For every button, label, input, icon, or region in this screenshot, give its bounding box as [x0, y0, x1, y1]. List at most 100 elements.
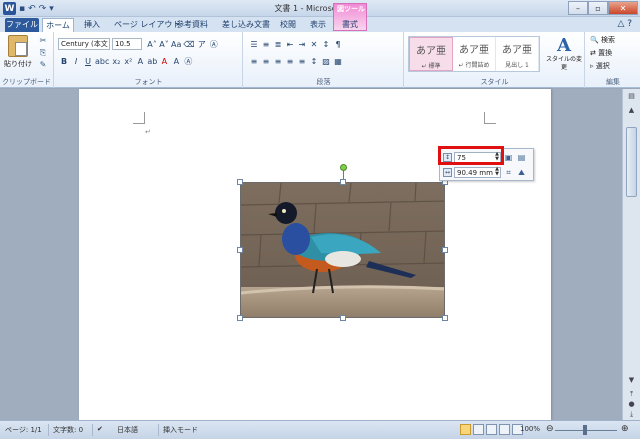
- shape-width-input[interactable]: 90.49 mm ▲ ▼: [454, 167, 501, 178]
- style-item[interactable]: あア亜 ↵ 行間詰め: [453, 37, 496, 71]
- shading-icon[interactable]: ▨: [321, 56, 331, 67]
- resize-handle-w[interactable]: [237, 247, 243, 253]
- zoom-out-icon[interactable]: ⊖: [546, 424, 554, 434]
- tab-view[interactable]: 表示: [304, 18, 332, 32]
- resize-handle-s[interactable]: [340, 315, 346, 321]
- italic-icon[interactable]: I: [71, 56, 81, 67]
- change-case-icon[interactable]: Aa: [171, 39, 181, 50]
- replace-button[interactable]: ⇄ 置換: [590, 48, 612, 58]
- vertical-scrollbar[interactable]: ▤ ▲ ▼ ⤒ ● ⤓: [622, 89, 640, 420]
- numbering-icon[interactable]: ≡: [261, 39, 271, 50]
- find-button[interactable]: 🔍 検索: [590, 35, 615, 45]
- tab-home[interactable]: ホーム: [42, 18, 74, 32]
- next-page-icon[interactable]: ⤓: [626, 409, 637, 420]
- tab-insert[interactable]: 挿入: [78, 18, 106, 32]
- align-left-icon[interactable]: ≡: [249, 56, 259, 67]
- outline-view-icon[interactable]: [499, 424, 510, 435]
- tab-mailings[interactable]: 差し込み文書: [216, 18, 276, 32]
- width-spinner-icon[interactable]: ▲ ▼: [495, 167, 499, 177]
- superscript-icon[interactable]: x²: [123, 56, 133, 67]
- grow-font-icon[interactable]: A˄: [147, 39, 157, 50]
- wrap-text-icon[interactable]: ⛰: [516, 168, 527, 178]
- resize-handle-e[interactable]: [442, 247, 448, 253]
- font-size-box[interactable]: 10.5: [112, 38, 142, 50]
- shape-width-icon: ↔: [443, 168, 452, 177]
- paragraph-row-2: ≡ ≡ ≡ ≡ ≡ ↕ ▨ ▦: [249, 56, 343, 67]
- sort-icon[interactable]: ↕: [321, 39, 331, 50]
- tab-file[interactable]: ファイル: [5, 18, 39, 32]
- maximize-button[interactable]: ▫: [588, 1, 608, 15]
- bird-photo: [241, 183, 444, 317]
- shrink-font-icon[interactable]: A˅: [159, 39, 169, 50]
- page-indicator[interactable]: ページ: 1/1: [5, 425, 42, 435]
- paste-button-label[interactable]: 貼り付け: [4, 59, 32, 69]
- decrease-indent-icon[interactable]: ⇤: [285, 39, 295, 50]
- highlight-icon[interactable]: ab: [147, 56, 157, 67]
- copy-icon[interactable]: ⎘: [38, 48, 48, 57]
- scroll-thumb[interactable]: [626, 127, 637, 197]
- asian-layout-icon[interactable]: ✕: [309, 39, 319, 50]
- resize-handle-se[interactable]: [442, 315, 448, 321]
- line-spacing-icon[interactable]: ↕: [309, 56, 319, 67]
- styles-group-label: スタイル: [480, 78, 509, 86]
- strikethrough-icon[interactable]: abc: [95, 56, 109, 67]
- print-layout-view-icon[interactable]: [460, 424, 471, 435]
- text-effects-icon[interactable]: A: [135, 56, 145, 67]
- char-border-icon[interactable]: Ⓐ: [183, 56, 193, 67]
- show-marks-icon[interactable]: ¶: [333, 39, 343, 50]
- cut-icon[interactable]: ✂: [38, 36, 48, 45]
- scroll-up-icon[interactable]: ▲: [626, 105, 637, 116]
- tab-references[interactable]: 参考資料: [170, 18, 214, 32]
- proofing-icon[interactable]: ✔: [97, 425, 103, 433]
- resize-handle-n[interactable]: [340, 179, 346, 185]
- ruler-toggle-icon[interactable]: ▤: [626, 91, 637, 102]
- clear-format-icon[interactable]: ⌫: [183, 39, 194, 50]
- font-row-1: A˄ A˅ Aa ⌫ ア Ⓐ: [147, 39, 219, 50]
- enclose-char-icon[interactable]: Ⓐ: [209, 39, 219, 50]
- zoom-level[interactable]: 100%: [520, 425, 540, 433]
- zoom-in-icon[interactable]: ⊕: [621, 424, 629, 434]
- insert-mode-indicator[interactable]: 挿入モード: [163, 425, 198, 435]
- multilevel-list-icon[interactable]: ≣: [273, 39, 283, 50]
- language-indicator[interactable]: 日本語: [117, 425, 138, 435]
- change-styles-button[interactable]: A スタイルの変更: [546, 35, 582, 72]
- close-button[interactable]: ✕: [608, 1, 638, 15]
- style-item[interactable]: あア亜 ↵ 標準: [409, 37, 453, 71]
- scroll-down-icon[interactable]: ▼: [626, 375, 637, 386]
- margin-mark-top-left: [133, 112, 145, 124]
- zoom-slider-thumb[interactable]: [583, 425, 587, 435]
- tab-review[interactable]: 校閲: [274, 18, 302, 32]
- align-right-icon[interactable]: ≡: [273, 56, 283, 67]
- font-color-icon[interactable]: A: [159, 56, 169, 67]
- char-shading-icon[interactable]: A: [171, 56, 181, 67]
- distributed-icon[interactable]: ≡: [297, 56, 307, 67]
- resize-handle-nw[interactable]: [237, 179, 243, 185]
- bring-forward-icon[interactable]: ▣: [503, 153, 514, 163]
- increase-indent-icon[interactable]: ⇥: [297, 39, 307, 50]
- send-backward-icon[interactable]: ▤: [516, 153, 527, 163]
- inserted-picture[interactable]: [240, 182, 445, 318]
- tab-format[interactable]: 書式: [336, 18, 364, 32]
- format-painter-icon[interactable]: ✎: [38, 60, 48, 69]
- resize-handle-sw[interactable]: [237, 315, 243, 321]
- borders-icon[interactable]: ▦: [333, 56, 343, 67]
- paste-icon[interactable]: [8, 35, 28, 57]
- align-center-icon[interactable]: ≡: [261, 56, 271, 67]
- help-icon[interactable]: △ ?: [617, 19, 632, 29]
- full-screen-view-icon[interactable]: [473, 424, 484, 435]
- style-item[interactable]: あア亜 見出し 1: [496, 37, 539, 71]
- font-name-box[interactable]: Century (本文: [58, 38, 110, 50]
- crop-icon[interactable]: ⌗: [503, 168, 514, 178]
- justify-icon[interactable]: ≡: [285, 56, 295, 67]
- status-separator: [92, 424, 93, 436]
- minimize-button[interactable]: –: [568, 1, 588, 15]
- subscript-icon[interactable]: x₂: [111, 56, 121, 67]
- bullets-icon[interactable]: ☰: [249, 39, 259, 50]
- rotate-handle[interactable]: [340, 164, 347, 171]
- phonetic-guide-icon[interactable]: ア: [197, 39, 207, 50]
- web-layout-view-icon[interactable]: [486, 424, 497, 435]
- bold-icon[interactable]: B: [59, 56, 69, 67]
- word-count[interactable]: 文字数: 0: [53, 425, 83, 435]
- select-button[interactable]: ▹ 選択: [590, 61, 610, 71]
- underline-icon[interactable]: U: [83, 56, 93, 67]
